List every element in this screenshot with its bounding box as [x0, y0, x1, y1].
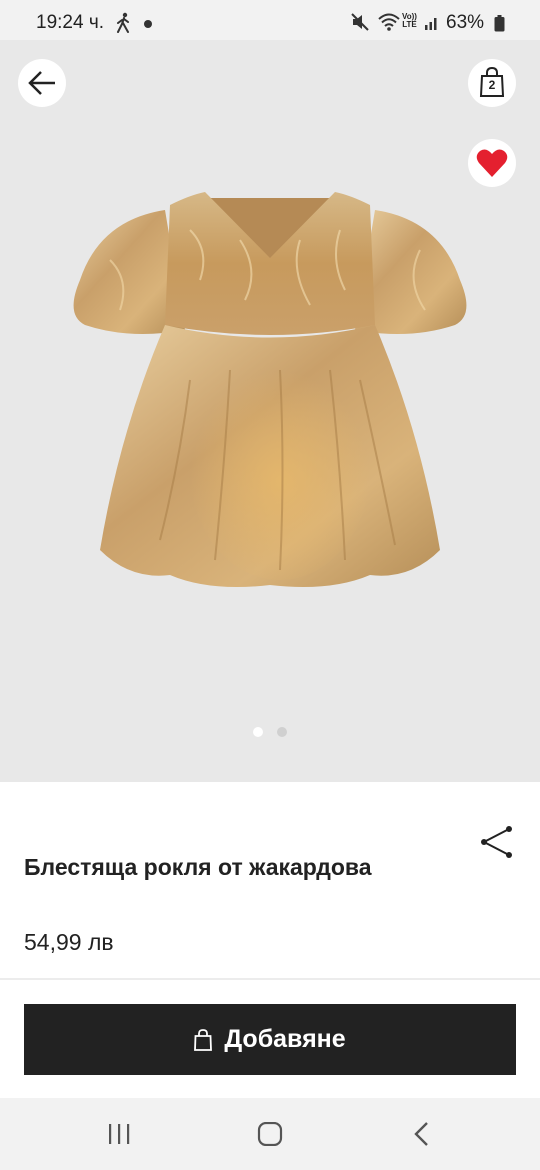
product-image-gold-dress	[73, 192, 467, 588]
pager-dot-1[interactable]	[253, 727, 263, 737]
status-bar: 19:24 ч. Vo)) LTE 63%	[0, 0, 540, 40]
walking-icon	[117, 12, 129, 33]
volte-indicator: Vo)) LTE	[402, 12, 417, 29]
home-icon[interactable]	[257, 1122, 283, 1146]
mute-icon	[351, 13, 369, 31]
arrow-left-icon	[28, 71, 55, 95]
product-title: Блестяща рокля от жакардова	[24, 854, 372, 880]
pager-dot-2[interactable]	[277, 727, 287, 737]
share-icon[interactable]	[476, 824, 516, 860]
battery-icon	[494, 15, 505, 32]
add-to-bag-button[interactable]: Добавяне	[24, 1004, 516, 1075]
product-image-gallery[interactable]: 2	[0, 40, 540, 782]
battery-percent: 63%	[446, 12, 485, 33]
product-price: 54,99 лв	[24, 929, 114, 955]
shopping-bag-button[interactable]: 2	[468, 59, 516, 107]
shopping-bag-icon	[194, 1028, 213, 1051]
product-info: Блестяща рокля от жакардова 54,99 лв	[0, 782, 540, 980]
notification-dot-icon	[144, 20, 152, 28]
heart-icon	[476, 149, 508, 177]
bag-count-badge: 2	[488, 78, 496, 92]
back-nav-icon[interactable]	[412, 1121, 432, 1147]
status-time: 19:24 ч.	[36, 12, 105, 33]
signal-icon	[425, 18, 437, 30]
recents-icon[interactable]	[106, 1122, 132, 1146]
image-pager	[0, 727, 540, 737]
wifi-icon	[378, 13, 400, 31]
add-button-label: Добавяне	[224, 1025, 346, 1053]
system-nav-bar	[0, 1098, 540, 1170]
back-button[interactable]	[18, 59, 66, 107]
favorite-button[interactable]	[468, 139, 516, 187]
divider	[0, 978, 540, 980]
